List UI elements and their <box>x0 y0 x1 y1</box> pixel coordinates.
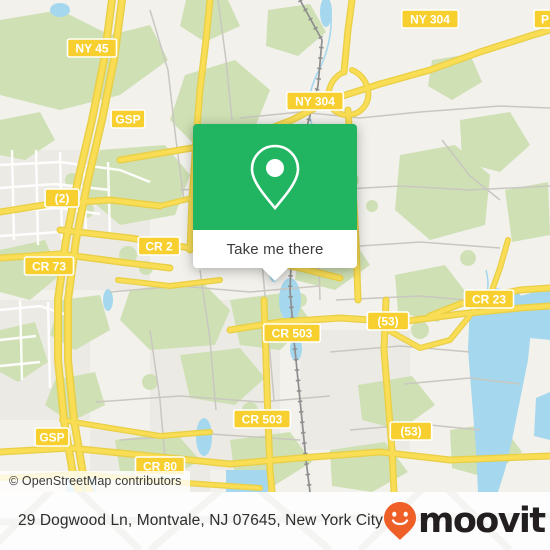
road-shield-label: (2) <box>55 191 70 205</box>
road-shield-label: CR 503 <box>272 326 313 340</box>
road-shield: CR 2 <box>137 236 181 256</box>
road-shield: P <box>533 9 550 29</box>
road-shield-label: (53) <box>377 314 398 328</box>
road-shield-label: CR 23 <box>472 292 506 306</box>
moovit-pin-smiley-icon <box>383 502 416 540</box>
road-shield-label: GSP <box>115 112 140 126</box>
osm-attribution: © OpenStreetMap contributors <box>0 471 190 492</box>
road-shield: CR 503 <box>232 409 292 429</box>
road-shield-label: (53) <box>400 424 421 438</box>
road-shield-label: CR 503 <box>242 412 283 426</box>
footer-bar: 29 Dogwood Ln, Montvale, NJ 07645, New Y… <box>0 492 550 550</box>
road-shield: (53) <box>389 421 433 441</box>
moovit-logo: moovit <box>383 500 546 541</box>
road-shield: GSP <box>34 427 70 447</box>
map-pin-icon <box>250 144 300 211</box>
moovit-wordmark: moovit <box>417 500 546 541</box>
road-shield: NY 304 <box>285 91 345 111</box>
road-shield: NY 304 <box>400 9 460 29</box>
road-shield: CR 503 <box>262 323 322 343</box>
popup-pointer <box>262 268 288 281</box>
road-shield: GSP <box>110 109 146 129</box>
road-shield-label: NY 304 <box>295 94 335 108</box>
road-shield: (2) <box>44 188 80 208</box>
address-text: 29 Dogwood Ln, Montvale, NJ 07645, New Y… <box>18 512 383 529</box>
take-me-there-button[interactable]: Take me there <box>193 230 357 268</box>
road-shield-label: CR 73 <box>32 259 66 273</box>
road-shield: CR 23 <box>463 289 515 309</box>
popup-image-area <box>193 124 357 230</box>
road-shield-label: NY 45 <box>75 41 108 55</box>
road-shield: (53) <box>366 311 410 331</box>
road-shield-label: NY 304 <box>410 12 450 26</box>
road-shield: CR 73 <box>23 256 75 276</box>
road-shield-label: GSP <box>39 430 64 444</box>
map-canvas[interactable]: NY 45 GSP NY 304 NY 304 P (2) CR 2 CR 73 CR 503 (… <box>0 0 550 492</box>
location-popup-card[interactable]: Take me there <box>193 124 357 281</box>
road-shield: NY 45 <box>66 38 118 58</box>
road-shield-label: P <box>541 12 549 26</box>
road-shield-label: CR 2 <box>145 239 173 253</box>
